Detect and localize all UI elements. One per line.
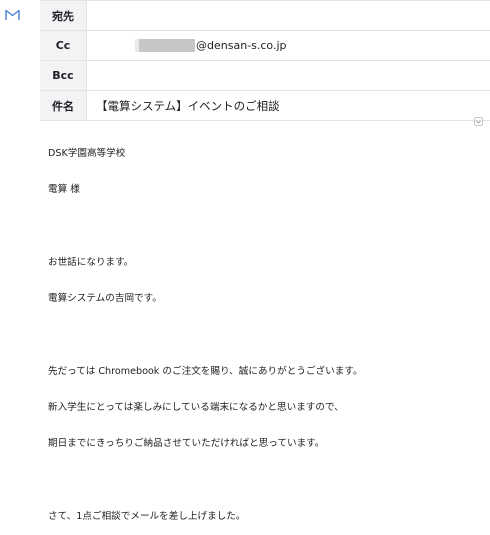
to-field[interactable] [87,1,490,30]
to-label: 宛先 [40,1,87,30]
body-line: 電算システムの吉岡です。 [48,293,162,305]
body-line: お世話になります。 [48,257,134,269]
body-line: 期日までにきっちりご納品させていただければと思っています。 [48,438,325,450]
subject-label: 件名 [40,91,87,120]
subject-row: 件名 【電算システム】イベントのご相談 [40,91,490,121]
bcc-row: Bcc [40,61,490,91]
body-line: 先だっては Chromebook のご注文を賜り、誠にありがとうございます。 [48,365,363,377]
body-line [48,475,478,487]
redacted-email-part [139,39,195,52]
bcc-field[interactable] [87,61,490,90]
bcc-label: Bcc [40,61,87,90]
message-body[interactable]: DSK学園高等学校 電算 様 お世話になります。 電算システムの吉岡です。 先だ… [48,124,478,535]
gmail-icon [5,9,20,20]
cc-field[interactable]: @densan-s.co.jp [87,31,490,60]
to-row: 宛先 [40,0,490,31]
subject-field[interactable]: 【電算システム】イベントのご相談 [87,91,490,120]
body-line [48,330,478,342]
body-line: さて、1点ご相談でメールを差し上げました。 [48,511,246,522]
cc-domain-text: @densan-s.co.jp [196,39,287,52]
compose-headers: 宛先 Cc @densan-s.co.jp Bcc 件名 【電算システム】イベン… [40,0,490,121]
cc-label: Cc [40,31,87,60]
body-line [48,221,478,233]
cc-row: Cc @densan-s.co.jp [40,31,490,61]
body-line: DSK学園高等学校 [48,148,126,160]
body-line: 電算 様 [48,184,80,196]
body-line: 新入学生にとっては楽しみにしている端末になるかと思いますので、 [48,402,344,414]
